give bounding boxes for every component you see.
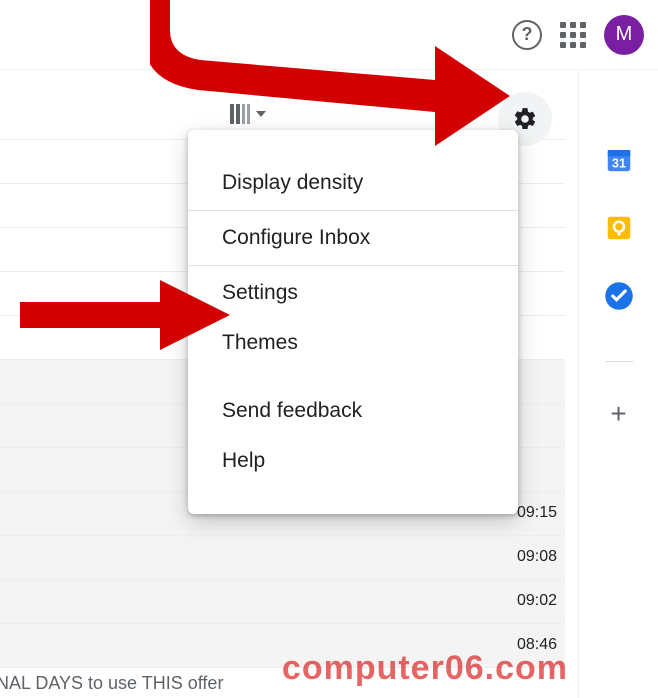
menu-item-send-feedback[interactable]: Send feedback — [188, 386, 518, 436]
list-row[interactable]: 09:08 — [0, 536, 565, 580]
menu-item-help[interactable]: Help — [188, 436, 518, 486]
menu-item-settings[interactable]: Settings — [188, 268, 518, 318]
annotation-arrow-to-settings — [20, 280, 230, 355]
email-time: 09:02 — [517, 592, 557, 610]
email-time: 09:15 — [517, 504, 557, 522]
settings-dropdown: Display density Configure Inbox Settings… — [188, 130, 518, 514]
email-snippet: NAL DAYS to use THIS offer — [0, 673, 223, 694]
add-addon-icon[interactable]: + — [610, 400, 626, 428]
side-panel: 31 + — [578, 70, 658, 698]
menu-divider — [188, 265, 518, 266]
watermark: computer06.com — [282, 649, 568, 688]
avatar[interactable]: M — [604, 15, 644, 55]
svg-text:31: 31 — [612, 157, 626, 171]
tasks-icon[interactable] — [604, 281, 634, 311]
keep-icon[interactable] — [604, 213, 634, 243]
list-row[interactable]: 09:02 — [0, 580, 565, 624]
menu-item-themes[interactable]: Themes — [188, 318, 518, 368]
annotation-arrow-to-gear — [150, 0, 520, 155]
calendar-icon[interactable]: 31 — [604, 145, 634, 175]
apps-grid-icon[interactable] — [560, 22, 586, 48]
menu-divider — [188, 210, 518, 211]
menu-item-configure-inbox[interactable]: Configure Inbox — [188, 213, 518, 263]
side-panel-divider — [605, 361, 633, 362]
email-time: 09:08 — [517, 548, 557, 566]
menu-item-display-density[interactable]: Display density — [188, 158, 518, 208]
